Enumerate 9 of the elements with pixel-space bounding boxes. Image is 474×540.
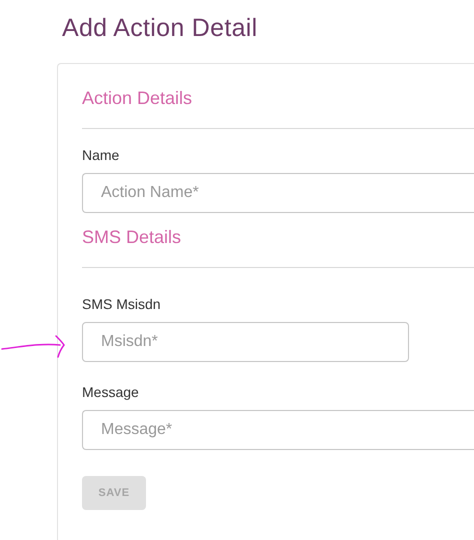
section-heading: Action Details	[82, 88, 194, 110]
input-field[interactable]: Msisdn*	[82, 322, 409, 362]
section-heading: SMS Details	[82, 227, 182, 249]
input-field[interactable]: Action Name*	[82, 173, 474, 213]
field-label: Name	[82, 147, 120, 163]
page-title: Add Action Detail	[62, 14, 258, 43]
field-label: Message	[82, 384, 140, 400]
field-label: SMS Msisdn	[82, 296, 162, 312]
input-field[interactable]: Message*	[82, 410, 474, 450]
